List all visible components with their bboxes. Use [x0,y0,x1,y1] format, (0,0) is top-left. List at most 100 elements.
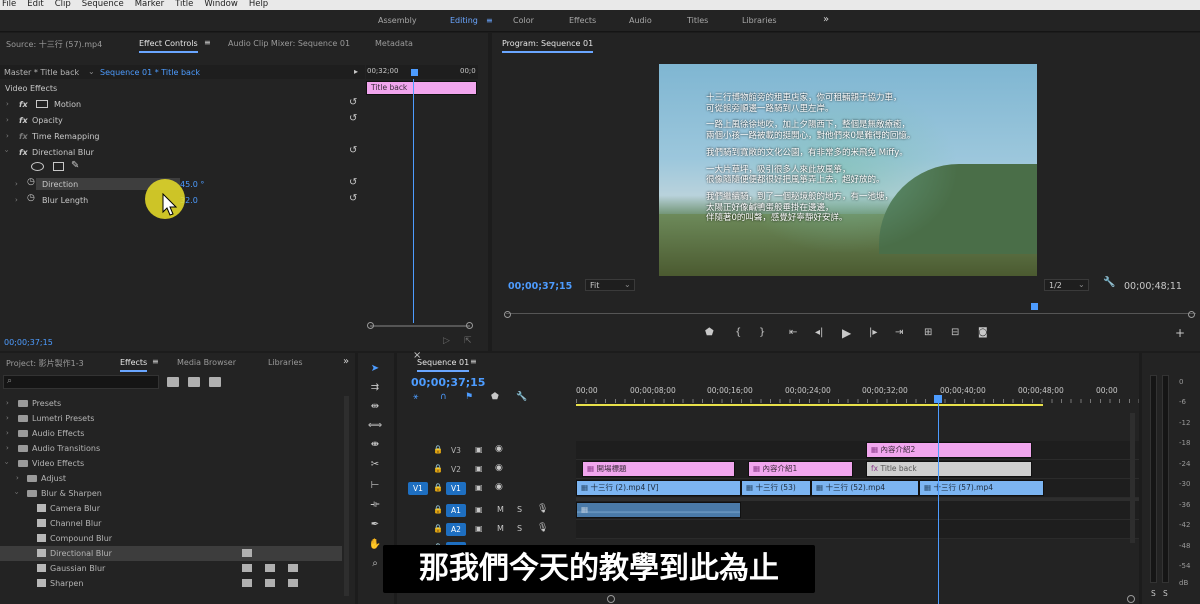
timeline-playhead[interactable] [934,395,942,403]
lock-icon[interactable]: 🔒 [433,505,443,514]
timeline-settings-icon[interactable]: 🔧 [516,392,527,402]
reset-icon[interactable]: ↺ [349,193,357,204]
rate-stretch-tool-icon[interactable]: ⇼ [366,439,384,453]
menu-title[interactable]: Title [175,0,193,9]
track-name[interactable]: V3 [446,444,466,457]
track-lane-v3[interactable] [576,441,1139,460]
program-title[interactable]: Program: Sequence 01 [502,39,594,53]
clip-a1-audio[interactable]: ▦ [576,502,741,518]
eye-icon[interactable]: ◉ [495,444,503,454]
panel-menu-icon[interactable]: ≡ [152,357,159,366]
mini-clip-title-back[interactable]: Title back [366,81,477,95]
panel-overflow-icon[interactable]: » [343,356,349,367]
ellipse-mask-icon[interactable] [31,162,44,171]
reset-icon[interactable]: ↺ [349,113,357,124]
pen-mask-icon[interactable]: ✎ [71,160,79,171]
workspace-libraries[interactable]: Libraries [742,16,777,25]
track-select-tool-icon[interactable]: ⇉ [366,382,384,396]
sync-lock-icon[interactable]: ▣ [475,483,483,492]
razor-tool-icon[interactable]: ✂ [366,459,384,473]
slip-tool-icon[interactable]: ⊢ [366,480,384,494]
export-frame-icon[interactable]: ⇱ [464,336,472,346]
tab-source[interactable]: Source: 十三行 (57).mp4 [6,39,102,50]
timeline-timecode[interactable]: 00;00;37;15 [411,376,485,389]
timeline-v-scrollbar[interactable] [1130,413,1135,543]
tree-item-presets[interactable]: › Presets [0,396,342,411]
panel-menu-icon[interactable]: ≡ [470,357,477,366]
menu-window[interactable]: Window [204,0,238,9]
tab-media-browser[interactable]: Media Browser [177,358,236,367]
tree-item-compound-blur[interactable]: Compound Blur [0,531,342,546]
reset-icon[interactable]: ↺ [349,177,357,188]
sync-lock-icon[interactable]: ▣ [475,505,483,514]
step-forward-icon[interactable]: |▸ [869,327,877,338]
lock-icon[interactable]: 🔒 [433,483,443,492]
slide-tool-icon[interactable]: ⟛ [366,499,384,513]
microphone-icon[interactable]: 🎙 [537,504,548,514]
mark-in-icon[interactable]: { [735,327,741,338]
effect-motion[interactable]: Motion [54,100,81,109]
microphone-icon[interactable]: 🎙 [537,523,548,533]
master-clip-label[interactable]: Master * Title back [4,68,79,77]
expand-chevron-icon[interactable]: › [15,180,18,188]
tab-libraries[interactable]: Libraries [268,358,303,367]
rectangle-mask-icon[interactable] [53,162,64,171]
tab-project[interactable]: Project: 影片製作1-3 [6,358,84,369]
stopwatch-icon[interactable]: ◷ [27,177,35,187]
menu-file[interactable]: File [2,0,16,9]
workspace-titles[interactable]: Titles [687,16,708,25]
nest-icon[interactable]: ⚹ [413,392,418,402]
fit-dropdown[interactable]: Fit ⌄ [585,279,635,291]
tree-item-channel-blur[interactable]: Channel Blur [0,516,342,531]
effect-controls-timecode[interactable]: 00;00;37;15 [4,338,53,347]
track-name[interactable]: V2 [446,463,466,476]
yuv-effects-icon[interactable] [209,377,221,387]
param-direction-value[interactable]: 45.0 ° [180,180,204,189]
timeline-scroll-right[interactable] [1127,595,1135,603]
rolling-edit-tool-icon[interactable]: ⟺ [366,420,384,434]
mini-scrollbar[interactable] [370,325,470,327]
lift-icon[interactable]: ⊞ [924,327,932,338]
add-marker-icon[interactable]: ⬟ [705,327,714,338]
timeline-scroll-left[interactable] [607,595,615,603]
playhead-marker[interactable] [411,69,418,76]
mini-timeline-ruler[interactable]: 00;32;00 00;0 [366,65,478,79]
tree-item-audio-effects[interactable]: › Audio Effects [0,426,342,441]
accelerated-effects-icon[interactable] [167,377,179,387]
tree-item-adjust[interactable]: › Adjust [0,471,342,486]
tree-item-blur-sharpen[interactable]: › Blur & Sharpen [0,486,342,501]
workspace-overflow-icon[interactable]: » [823,14,829,25]
ripple-edit-tool-icon[interactable]: ⇹ [366,401,384,415]
video-frame[interactable]: 十三行博物館旁的租車店家，你可租輛親子協力車， 可從館旁順邊一路騎到八里左岸。 … [659,64,1037,276]
tab-effect-controls[interactable]: Effect Controls [139,39,198,53]
step-back-icon[interactable]: ◂| [815,327,823,338]
fx-icon[interactable]: fx [19,148,28,157]
play-icon[interactable]: ▶ [842,326,851,340]
stopwatch-icon[interactable]: ◷ [27,193,35,203]
resolution-dropdown[interactable]: 1/2 ⌄ [1044,279,1089,291]
collapse-chevron-icon[interactable]: › [2,150,10,153]
menu-help[interactable]: Help [249,0,268,9]
effects-search-input[interactable]: ⌕ [3,375,159,389]
effect-time-remapping[interactable]: Time Remapping [32,132,99,141]
sequence-clip-label[interactable]: Sequence 01 * Title back [100,68,200,77]
tree-item-lumetri-presets[interactable]: › Lumetri Presets [0,411,342,426]
play-only-icon[interactable]: ▸ [354,67,358,76]
clip-v1-video-53[interactable]: ▦ 十三行 (53) [741,480,811,496]
workspace-menu-icon[interactable]: ≡ [486,16,493,25]
linked-selection-icon[interactable]: ⚑ [465,392,473,402]
work-area-bar[interactable] [576,404,1043,406]
go-to-out-icon[interactable]: ⇥ [895,327,903,338]
tab-effects[interactable]: Effects [120,358,148,372]
pen-tool-icon[interactable]: ✒ [366,519,384,533]
tab-metadata[interactable]: Metadata [375,39,413,48]
chevron-down-icon[interactable]: ⌄ [88,67,95,76]
workspace-effects[interactable]: Effects [569,16,596,25]
menu-marker[interactable]: Marker [135,0,164,9]
fx-icon[interactable]: fx [19,100,28,109]
zoom-tool-icon[interactable]: ⌕ [366,558,384,572]
workspace-assembly[interactable]: Assembly [378,16,417,25]
mark-out-icon[interactable]: } [759,327,765,338]
lock-icon[interactable]: 🔒 [433,524,443,533]
track-lane-a2[interactable] [576,520,1139,539]
